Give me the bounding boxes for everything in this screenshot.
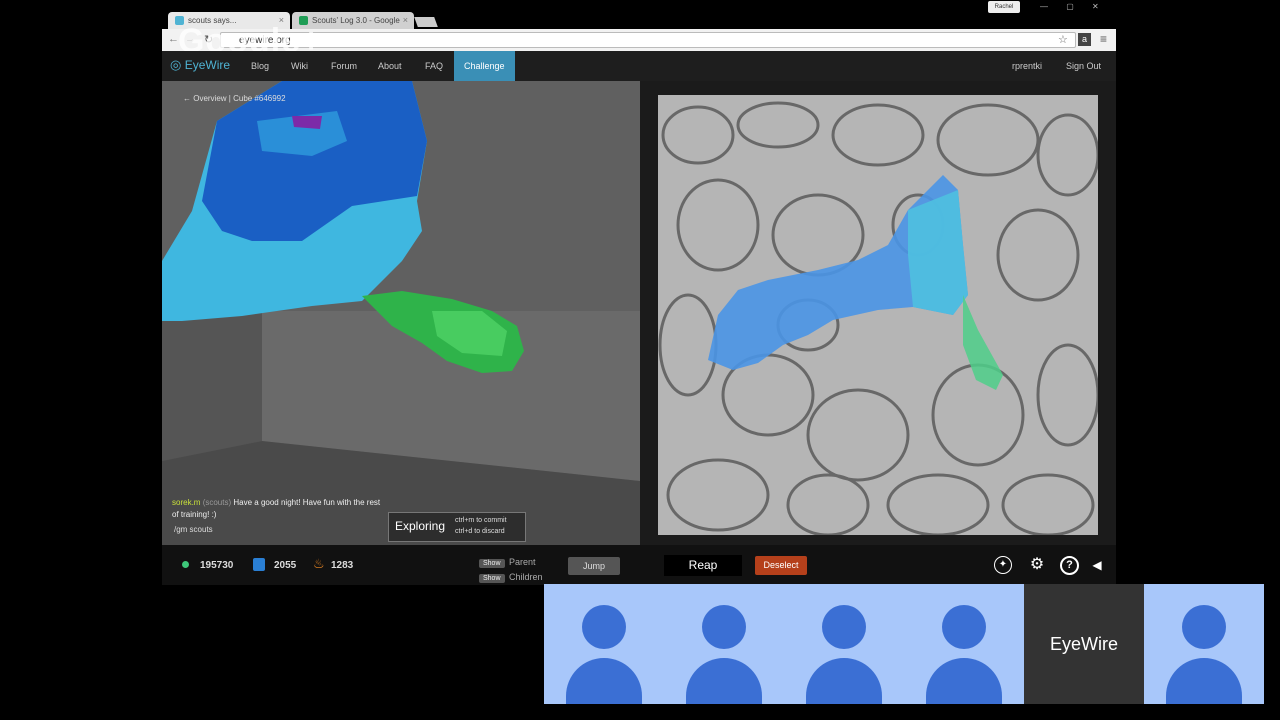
jump-button[interactable]: Jump xyxy=(568,557,620,575)
reap-button[interactable]: Reap xyxy=(664,555,742,576)
show-children-row: Show Children xyxy=(479,567,543,585)
chat-input[interactable]: /gm scouts xyxy=(174,525,213,534)
compass-icon[interactable]: ✦ xyxy=(994,556,1012,574)
mode-status-box: Exploring ctrl+m to commit ctrl+d to dis… xyxy=(388,512,526,542)
breadcrumb[interactable]: ← Overview | Cube #646992 xyxy=(183,94,286,103)
nav-link-wiki[interactable]: Wiki xyxy=(291,51,308,81)
chat-message: sorek.m (scouts) Have a good night! Have… xyxy=(172,497,382,521)
parent-label: Parent xyxy=(508,557,536,567)
avatar-body xyxy=(1166,658,1242,704)
logo-text: EyeWire xyxy=(184,58,231,72)
new-tab-button[interactable] xyxy=(414,17,438,27)
profile-badge[interactable]: Rachel xyxy=(988,1,1020,13)
help-icon[interactable]: ? xyxy=(1060,556,1079,575)
flame-icon: ♨ xyxy=(313,556,325,571)
window-controls[interactable]: — ▢ ✕ xyxy=(1040,2,1107,11)
avatar-body xyxy=(926,658,1002,704)
participant-avatar[interactable] xyxy=(1144,584,1264,704)
em-slice-image xyxy=(658,95,1098,535)
gear-icon[interactable]: ⚙ xyxy=(1028,556,1046,574)
participant-avatar[interactable] xyxy=(784,584,904,704)
nav-link-about[interactable]: About xyxy=(378,51,402,81)
nav-link-challenge[interactable]: Challenge xyxy=(454,51,515,81)
nav-link-forum[interactable]: Forum xyxy=(331,51,357,81)
cube-icon xyxy=(253,558,265,571)
username-link[interactable]: rprentki xyxy=(1012,51,1042,81)
chat-channel: (scouts) xyxy=(202,498,232,507)
2d-slice-viewer[interactable] xyxy=(658,95,1098,535)
avatar-body xyxy=(806,658,882,704)
3d-scene xyxy=(162,81,640,545)
participant-avatar[interactable] xyxy=(904,584,1024,704)
3d-viewer[interactable] xyxy=(162,81,640,545)
tab-close-icon[interactable]: × xyxy=(403,12,408,29)
show-children-button[interactable]: Show xyxy=(479,574,505,583)
amazon-extension-icon[interactable]: a xyxy=(1078,33,1091,46)
avatar-head xyxy=(1182,605,1226,649)
children-label: Children xyxy=(508,572,543,582)
points-stat: 195730 xyxy=(200,560,234,571)
commit-hint: ctrl+m to commit xyxy=(455,517,507,524)
participant-avatar[interactable] xyxy=(544,584,664,704)
chat-username[interactable]: sorek.m xyxy=(172,498,200,507)
participant-avatar[interactable] xyxy=(664,584,784,704)
participant-name-tile[interactable]: EyeWire xyxy=(1024,584,1144,704)
avatar-head xyxy=(822,605,866,649)
speaker-icon[interactable]: ◀ xyxy=(1088,556,1106,574)
sign-out-link[interactable]: Sign Out xyxy=(1066,51,1101,81)
mode-label: Exploring xyxy=(395,519,446,533)
avatar-head xyxy=(702,605,746,649)
avatar-body xyxy=(686,658,762,704)
avatar-body xyxy=(566,658,642,704)
trailblazes-stat: 1283 xyxy=(331,560,354,571)
bookmark-star-icon[interactable]: ☆ xyxy=(1058,33,1068,46)
eyewire-logo[interactable]: ◎ EyeWire xyxy=(170,56,230,74)
nav-link-blog[interactable]: Blog xyxy=(251,51,269,81)
nav-link-faq[interactable]: FAQ xyxy=(425,51,443,81)
menu-icon[interactable]: ≡ xyxy=(1100,32,1107,46)
avatar-head xyxy=(942,605,986,649)
discard-hint: ctrl+d to discard xyxy=(455,528,505,535)
points-icon xyxy=(182,561,189,568)
tab-label: Scouts' Log 3.0 - Google xyxy=(312,16,400,25)
avatar-head xyxy=(582,605,626,649)
cubes-stat: 2055 xyxy=(274,560,297,571)
eyewire-logo-icon: ◎ xyxy=(170,57,182,72)
address-bar[interactable]: eyewire.org xyxy=(220,32,1076,48)
bottom-toolbar xyxy=(162,545,1116,585)
deselect-button[interactable]: Deselect xyxy=(755,556,807,575)
